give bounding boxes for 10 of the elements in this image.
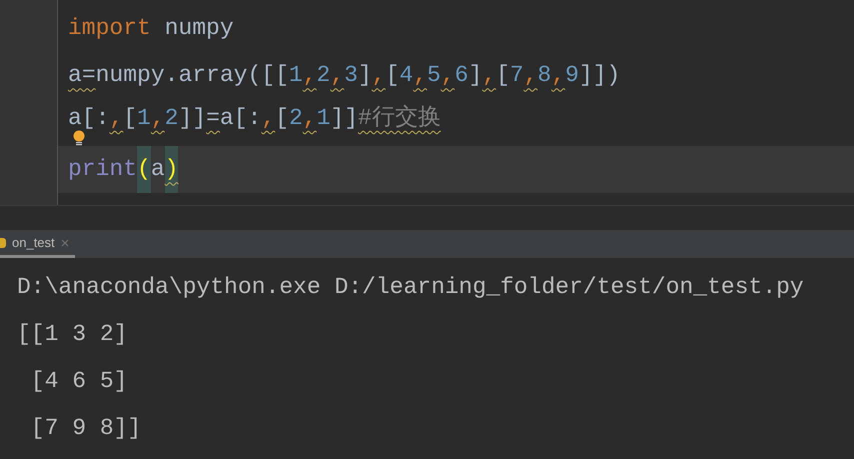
console-output-line: [[1 3 2] [17,320,128,350]
console-output-line: [7 9 8]] [30,414,142,444]
console-output-line: D:\anaconda\python.exe D:/learning_folder/test/on_test.py [17,273,804,302]
python-icon [0,238,6,248]
code-line: a=numpy.array([[1,2,3],[4,5,6],[7,8,9]]) [68,61,620,90]
code-line: a[:,[1,2]]=a[:,[2,1]]#行交换 [68,104,441,133]
lightbulb-icon[interactable] [73,130,85,146]
console-output-line: [4 6 5] [30,367,128,396]
code-line: print(a) [68,146,178,193]
code-line: import numpy [68,14,234,44]
